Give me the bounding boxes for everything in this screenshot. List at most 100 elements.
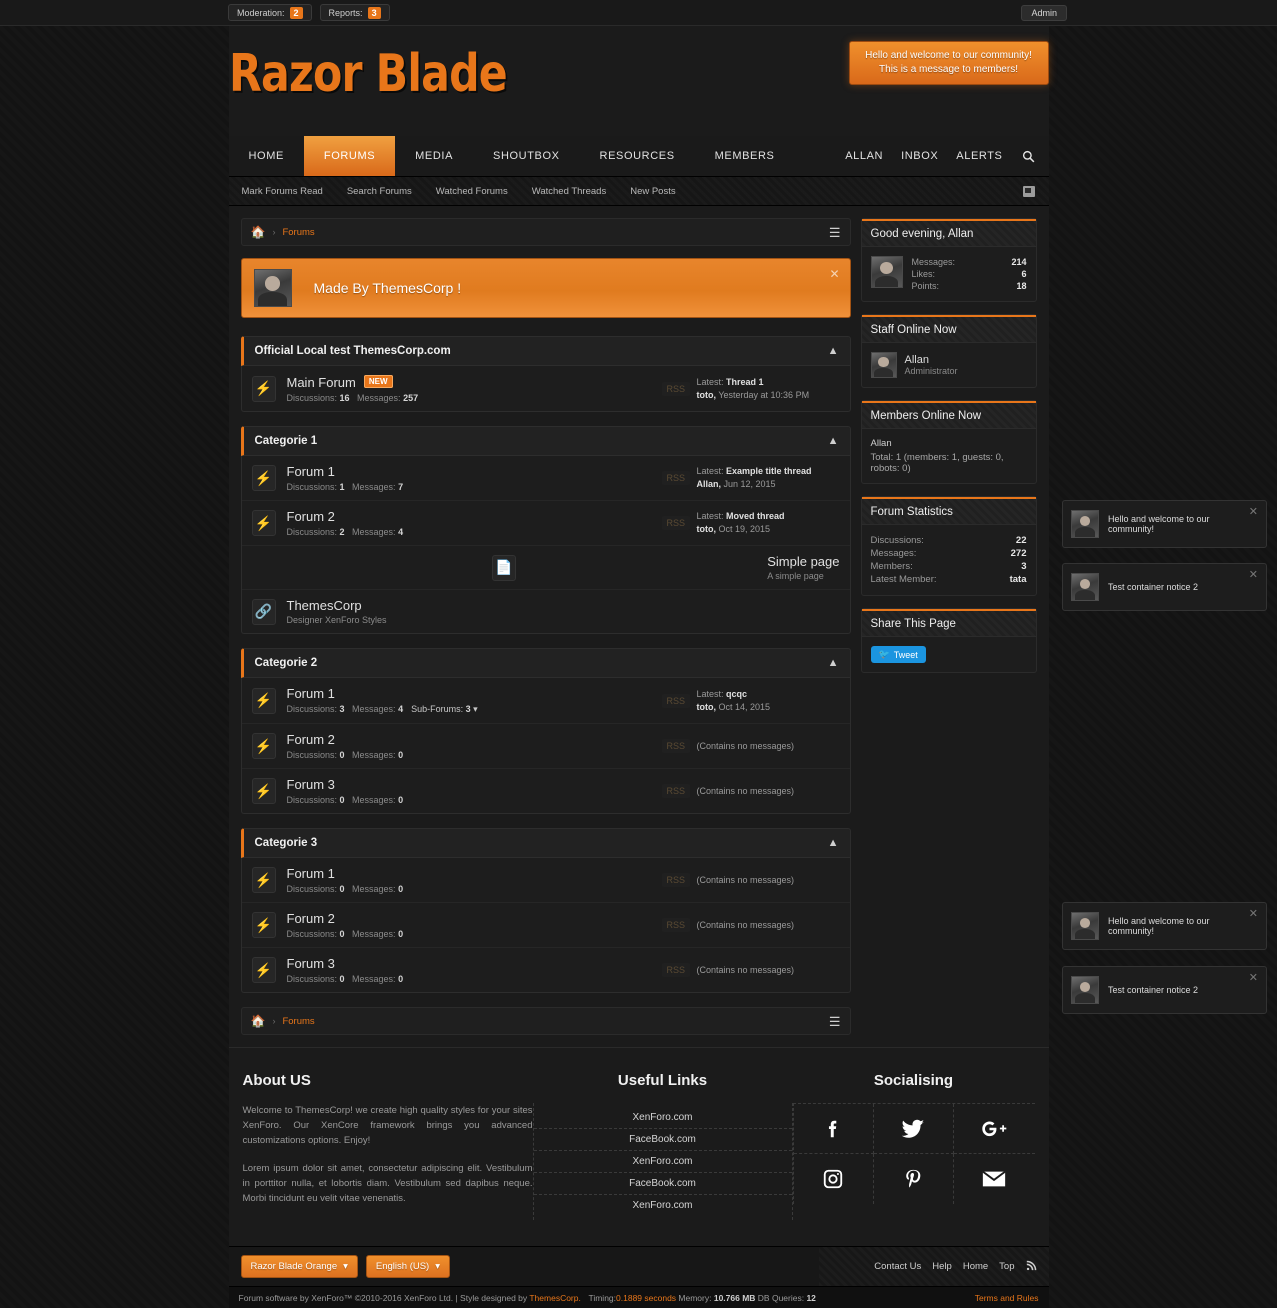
category-block: Categorie 3 ▲ ⚡ Forum 1 Discussions: 0 Messa… (240, 828, 851, 993)
footer-bottom-link-top[interactable]: Top (999, 1261, 1014, 1272)
forum-title[interactable]: Forum 2 (287, 911, 404, 926)
instagram-icon[interactable] (794, 1154, 874, 1204)
nav-item-allan[interactable]: ALLAN (836, 136, 892, 176)
forum-title[interactable]: Forum 1 (287, 464, 404, 479)
nav-item-alerts[interactable]: ALERTS (947, 136, 1011, 176)
home-icon[interactable]: 🏠 (251, 1014, 266, 1028)
footer-bottom-link-contact-us[interactable]: Contact Us (874, 1261, 921, 1272)
rss-icon[interactable]: RSS (661, 873, 691, 887)
footer-bottom-link-help[interactable]: Help (932, 1261, 952, 1272)
forum-row[interactable]: ⚡ Forum 3 Discussions: 0 Messages: 0 RSS (Co… (242, 948, 850, 992)
forum-title[interactable]: Forum 1 (287, 866, 404, 881)
forum-title[interactable]: Forum 2 (287, 732, 404, 747)
breadcrumb-forums-link[interactable]: Forums (282, 1016, 314, 1027)
breadcrumb-forums-link[interactable]: Forums (282, 227, 314, 238)
tweet-button[interactable]: 🐦 Tweet (870, 646, 926, 663)
nav-item-forums[interactable]: FORUMS (303, 136, 396, 176)
rss-icon[interactable]: RSS (661, 471, 691, 485)
category-header[interactable]: Categorie 1 ▲ (240, 426, 851, 456)
language-selector[interactable]: English (US) ▾ (365, 1255, 450, 1278)
sidebar-toggle-icon[interactable] (1022, 185, 1035, 197)
subnav-item-watched-forums[interactable]: Watched Forums (424, 186, 520, 197)
category-header[interactable]: Categorie 2 ▲ (240, 648, 851, 678)
nav-item-shoutbox[interactable]: SHOUTBOX (473, 136, 580, 176)
visitor-row: Messages: 214 Likes: 6 Points: 18 (870, 256, 1027, 292)
rss-icon[interactable]: RSS (661, 918, 691, 932)
copyright-brand[interactable]: ThemesCorp. (529, 1293, 581, 1303)
footer-link[interactable]: XenForo.com (534, 1195, 792, 1216)
pinterest-icon[interactable] (874, 1154, 955, 1204)
home-icon[interactable]: 🏠 (251, 225, 266, 239)
reports-button[interactable]: Reports: 3 (319, 4, 390, 21)
forum-row[interactable]: ⚡ Forum 2 Discussions: 2 Messages: 4 RSS Lat… (241, 501, 850, 546)
rss-icon[interactable]: RSS (661, 784, 691, 798)
chevron-up-icon[interactable]: ▲ (828, 657, 839, 669)
forum-row[interactable]: ⚡ Forum 2 Discussions: 0 Messages: 0 RSS (Co… (241, 903, 850, 948)
admin-button[interactable]: Admin (1021, 5, 1067, 21)
category-header[interactable]: Categorie 3 ▲ (240, 828, 851, 858)
breadcrumb-menu-icon[interactable]: ☰ (829, 1015, 841, 1028)
forum-row[interactable]: ⚡ Forum 1 Discussions: 0 Messages: 0 RSS (Co… (241, 858, 850, 903)
chevron-up-icon[interactable]: ▲ (828, 435, 839, 447)
avatar[interactable] (870, 256, 903, 288)
forum-row[interactable]: ⚡ Forum 2 Discussions: 0 Messages: 0 RSS (Co… (241, 724, 850, 769)
close-icon[interactable]: ✕ (1249, 505, 1258, 518)
forum-title[interactable]: Forum 3 (287, 956, 404, 971)
rss-icon[interactable]: RSS (661, 739, 691, 753)
nav-item-home[interactable]: HOME (229, 136, 304, 176)
twitter-icon[interactable] (873, 1104, 955, 1154)
close-icon[interactable]: ✕ (829, 267, 839, 281)
moderation-button[interactable]: Moderation: 2 (228, 4, 312, 21)
visitor-stat-row: Points: 18 (912, 280, 1027, 292)
forum-title[interactable]: Simple page (767, 554, 839, 569)
subnav-item-search-forums[interactable]: Search Forums (335, 186, 424, 197)
forum-row[interactable]: 🔗 ThemesCorp Designer XenForo Styles (242, 590, 850, 633)
forum-row[interactable]: ⚡ Forum 3 Discussions: 0 Messages: 0 RSS (Co… (242, 769, 850, 813)
nav-item-resources[interactable]: RESOURCES (580, 136, 695, 176)
nav-item-media[interactable]: MEDIA (395, 136, 473, 176)
close-icon[interactable]: ✕ (1249, 907, 1258, 920)
email-icon[interactable] (954, 1154, 1034, 1204)
chevron-up-icon[interactable]: ▲ (828, 345, 839, 357)
forum-title[interactable]: Forum 3 (287, 777, 404, 792)
forum-title[interactable]: ThemesCorp (287, 598, 387, 613)
footer-bottom-link-home[interactable]: Home (963, 1261, 988, 1272)
footer-link[interactable]: XenForo.com (533, 1107, 792, 1129)
breadcrumb-menu-icon[interactable]: ☰ (829, 226, 841, 239)
forum-info: Forum 1 Discussions: 3 Messages: 4 Sub-For… (287, 686, 478, 715)
rss-icon[interactable] (1026, 1260, 1037, 1274)
category-block: Categorie 2 ▲ ⚡ Forum 1 Discussions: 3 Messa… (240, 648, 851, 814)
footer-link[interactable]: XenForo.com (533, 1151, 792, 1173)
forum-title[interactable]: Forum 1 (287, 686, 478, 701)
subnav-item-mark-forums-read[interactable]: Mark Forums Read (229, 186, 335, 197)
forum-title[interactable]: Main Forum NEW (287, 374, 419, 390)
googleplus-icon[interactable] (954, 1104, 1035, 1154)
rss-icon[interactable]: RSS (661, 516, 691, 530)
site-logo[interactable]: Razor Blade (229, 48, 508, 100)
footer-link[interactable]: FaceBook.com (533, 1173, 792, 1195)
terms-link[interactable]: Terms and Rules (975, 1293, 1039, 1303)
style-selector[interactable]: Razor Blade Orange ▾ (240, 1255, 358, 1278)
forum-row[interactable]: 📄 Simple page A simple page (241, 546, 850, 590)
forum-row[interactable]: ⚡ Main Forum NEW Discussions: 16 Messages: … (242, 366, 850, 411)
subnav-item-watched-threads[interactable]: Watched Threads (520, 186, 618, 197)
category-header[interactable]: Official Local test ThemesCorp.com ▲ (240, 336, 851, 366)
forum-title[interactable]: Forum 2 (287, 509, 404, 524)
nav-item-members[interactable]: MEMBERS (695, 136, 795, 176)
chevron-up-icon[interactable]: ▲ (828, 837, 839, 849)
forum-row[interactable]: ⚡ Forum 1 Discussions: 3 Messages: 4 Sub-Fo… (241, 678, 850, 724)
subnav-item-new-posts[interactable]: New Posts (618, 186, 687, 197)
search-icon[interactable] (1012, 136, 1049, 176)
close-icon[interactable]: ✕ (1249, 568, 1258, 581)
rss-icon[interactable]: RSS (661, 381, 691, 396)
forum-row[interactable]: ⚡ Forum 1 Discussions: 1 Messages: 7 RSS Lat… (241, 456, 850, 501)
facebook-icon[interactable] (793, 1104, 874, 1154)
close-icon[interactable]: ✕ (1249, 971, 1258, 984)
member-online-name[interactable]: Allan (871, 438, 1027, 449)
rss-icon[interactable]: RSS (661, 693, 691, 708)
sidebar-members-online-panel: Members Online Now Allan Total: 1 (membe… (860, 400, 1037, 484)
rss-icon[interactable]: RSS (661, 963, 691, 977)
footer-link[interactable]: FaceBook.com (533, 1129, 792, 1151)
staff-member-row[interactable]: Allan Administrator (870, 352, 1027, 378)
nav-item-inbox[interactable]: INBOX (892, 136, 947, 176)
